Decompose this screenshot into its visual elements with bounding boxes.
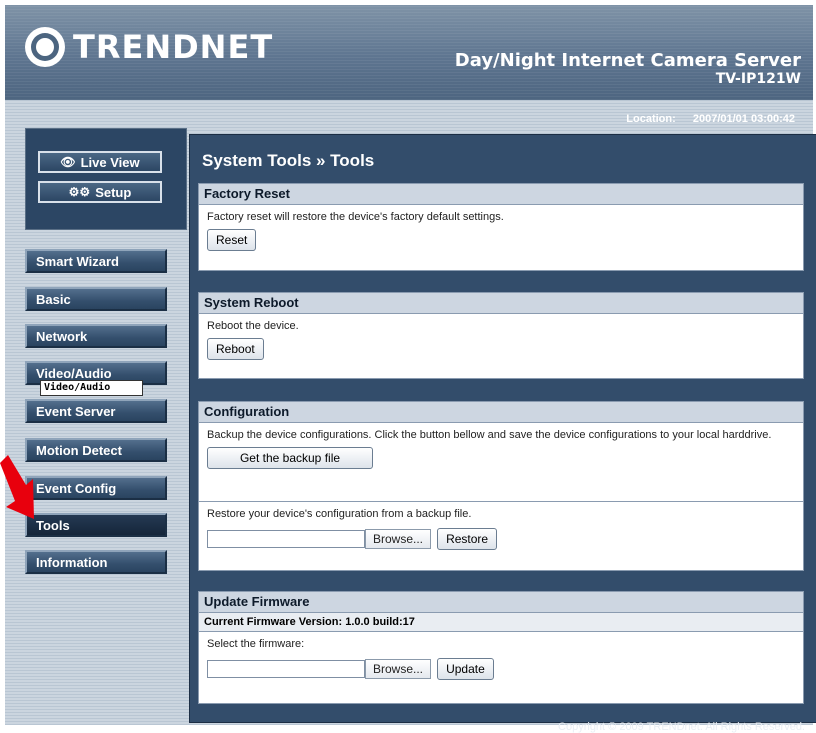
sidebar-item-label: Tools (36, 517, 70, 533)
sidebar-item-label: Event Server (36, 403, 116, 419)
sidebar-item-label: Information (36, 554, 108, 570)
configuration-heading: Configuration (199, 402, 803, 423)
restore-browse-button[interactable]: Browse... (365, 529, 432, 549)
configuration-section: Configuration Backup the device configur… (198, 401, 804, 571)
factory-reset-description: Factory reset will restore the device's … (207, 211, 504, 223)
live-view-button[interactable]: 👁 Live View (38, 151, 162, 173)
reset-button[interactable]: Reset (207, 229, 257, 251)
sidebar-top-panel: 👁 Live View ⚙⚙ Setup (25, 128, 187, 230)
system-reboot-heading: System Reboot (199, 293, 803, 314)
sidebar-item-tools[interactable]: Tools (25, 513, 167, 537)
sidebar-item-basic[interactable]: Basic (25, 287, 167, 311)
sidebar-item-motion-detect[interactable]: Motion Detect (25, 438, 167, 462)
eye-icon: 👁 (60, 155, 76, 169)
sidebar-item-label: Smart Wizard (36, 253, 119, 269)
page-title: System Tools » Tools (202, 151, 375, 170)
sidebar-item-smart-wizard[interactable]: Smart Wizard (25, 249, 167, 273)
tooltip: Video/Audio (40, 380, 143, 396)
location-label: Location: (626, 113, 676, 125)
model-number: TV-IP121W (715, 71, 801, 87)
update-firmware-heading: Update Firmware (199, 592, 803, 613)
trendnet-logo: TRENDNET (25, 25, 273, 69)
sidebar-item-label: Network (36, 328, 88, 344)
get-backup-file-button[interactable]: Get the backup file (207, 447, 373, 469)
firmware-browse-button[interactable]: Browse... (365, 659, 432, 679)
restore-button[interactable]: Restore (437, 528, 498, 550)
system-reboot-section: System Reboot Reboot the device. Reboot (198, 292, 804, 379)
sidebar-item-network[interactable]: Network (25, 324, 167, 348)
product-title: Day/Night Internet Camera Server (454, 50, 801, 71)
firmware-file-input[interactable] (207, 660, 365, 678)
factory-reset-heading: Factory Reset (199, 184, 803, 205)
current-firmware-version: Current Firmware Version: 1.0.0 build:17 (199, 613, 803, 632)
live-view-label: Live View (80, 154, 140, 170)
sidebar-item-information[interactable]: Information (25, 550, 167, 574)
gear-icon: ⚙⚙ (68, 185, 91, 199)
restore-description: Restore your device's configuration from… (207, 508, 472, 520)
header-banner: TRENDNET Day/Night Internet Camera Serve… (5, 5, 813, 100)
configuration-description: Backup the device configurations. Click … (207, 429, 772, 441)
sidebar-item-label: Event Config (36, 480, 117, 496)
page-frame: TRENDNET Day/Night Internet Camera Serve… (5, 5, 816, 733)
location-bar: Location: 2007/01/01 03:00:42 (620, 113, 795, 125)
select-firmware-label: Select the firmware: (207, 638, 305, 650)
restore-file-input[interactable] (207, 530, 365, 548)
update-button[interactable]: Update (437, 658, 494, 680)
trendnet-logo-icon (25, 27, 65, 67)
setup-button[interactable]: ⚙⚙ Setup (38, 181, 162, 203)
main-panel: System Tools » Tools Factory Reset Facto… (189, 134, 816, 723)
system-reboot-description: Reboot the device. (207, 320, 299, 332)
sidebar-item-event-config[interactable]: Event Config (25, 476, 167, 500)
datetime-value: 2007/01/01 03:00:42 (692, 113, 795, 125)
factory-reset-section: Factory Reset Factory reset will restore… (198, 183, 804, 271)
reboot-button[interactable]: Reboot (207, 338, 264, 360)
copyright: Copyright © 2009 TRENDnet. All Rights Re… (558, 721, 805, 733)
red-pointer-arrow-icon (0, 455, 34, 519)
sidebar-item-label: Motion Detect (36, 442, 122, 458)
sidebar-item-label: Video/Audio (36, 365, 112, 381)
sidebar-item-event-server[interactable]: Event Server (25, 399, 167, 423)
logo-text: TRENDNET (73, 28, 274, 66)
update-firmware-section: Update Firmware Current Firmware Version… (198, 591, 804, 704)
setup-label: Setup (95, 184, 132, 200)
sidebar-item-label: Basic (36, 291, 71, 307)
